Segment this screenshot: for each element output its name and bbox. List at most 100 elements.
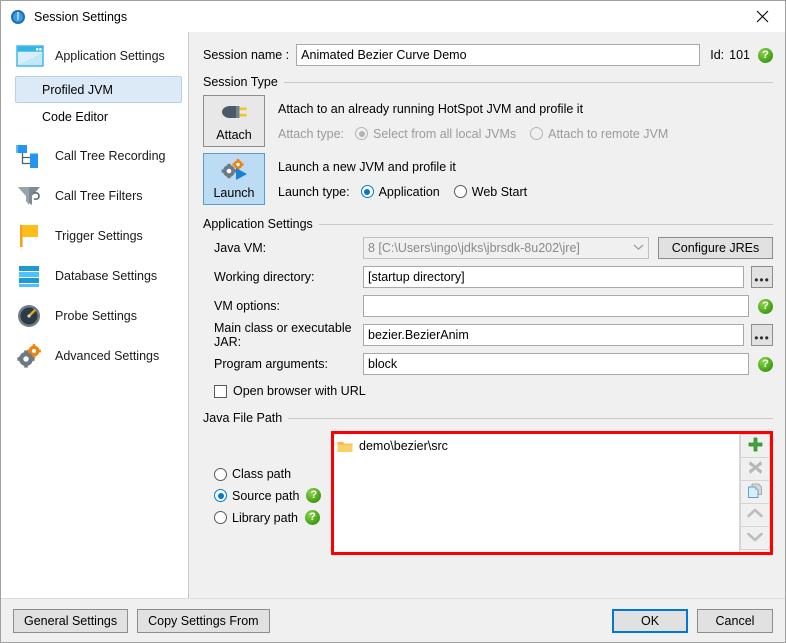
launch-type-label: Launch type: [278,184,350,199]
sidebar-item-profiled-jvm[interactable]: Profiled JVM [15,76,182,103]
title-bar: Session Settings [1,1,785,32]
settings-content-pane: Session name : Id: 101 ? Session Type [189,32,785,598]
attach-type-label: Attach type: [278,126,345,141]
radio-indicator [453,185,467,198]
sidebar-item-trigger-settings[interactable]: Trigger Settings [1,216,188,256]
main-class-browse-button[interactable]: ••• [751,324,773,346]
radio-indicator [530,127,544,140]
session-name-label: Session name : [203,48,290,62]
sidebar-item-label: Code Editor [42,109,109,124]
add-path-button[interactable] [740,434,770,458]
source-path-radio[interactable]: Source path ? [214,488,322,503]
x-icon [748,460,763,478]
path-type-radio-group: Class path Source path ? Library path ? [203,431,331,555]
ok-button[interactable]: OK [612,608,688,633]
tree-icon [15,141,45,171]
gear-play-icon [218,154,250,186]
group-divider [283,81,773,83]
sidebar-item-label: Call Tree Filters [55,189,143,203]
sidebar: Application Settings Profiled JVM Code E… [1,32,189,598]
list-item-label: demo\bezier\src [359,439,448,453]
open-browser-row: Open browser with URL [203,382,773,400]
source-path-help-icon[interactable]: ? [306,488,322,503]
main-class-input[interactable] [363,324,744,346]
working-directory-browse-button[interactable]: ••• [751,266,773,288]
configure-jres-button[interactable]: Configure JREs [658,237,773,259]
program-arguments-input[interactable] [363,353,749,375]
sidebar-item-label: Database Settings [55,269,158,283]
copy-path-button[interactable] [740,480,770,504]
folder-icon [337,440,353,453]
session-type-title: Session Type [203,75,278,89]
open-browser-checkbox[interactable]: Open browser with URL [203,384,366,398]
move-down-button[interactable] [740,526,770,550]
java-file-path-list[interactable]: demo\bezier\src [334,434,740,552]
info-circle-icon [10,9,26,25]
launch-session-block: Launch Launch a new JVM and profile it L… [203,153,773,205]
attach-remote-jvm-radio[interactable]: Attach to remote JVM [530,127,668,141]
session-name-row: Session name : Id: 101 ? [203,44,773,66]
session-name-input[interactable] [296,44,701,66]
chevron-down-icon [747,531,763,545]
java-vm-row: Java VM: 8 [C:\Users\ingo\jdks\jbrsdk-8u… [203,237,773,259]
launch-webstart-radio[interactable]: Web Start [453,185,527,199]
vm-options-input[interactable] [363,295,749,317]
java-vm-select[interactable]: 8 [C:\Users\ingo\jdks\jbrsdk-8u202\jre] [363,237,649,259]
vm-options-help-icon[interactable]: ? [758,298,773,314]
session-help-icon[interactable]: ? [758,47,773,63]
radio-indicator [214,467,227,481]
java-vm-value: 8 [C:\Users\ingo\jdks\jbrsdk-8u202\jre] [368,241,580,255]
application-settings-title: Application Settings [203,217,313,231]
copy-settings-from-button[interactable]: Copy Settings From [137,608,270,633]
remove-path-button[interactable] [740,457,770,481]
java-file-path-toolbar [740,434,770,552]
java-vm-label: Java VM: [214,241,267,255]
main-class-label: Main class or executable JAR: [214,321,352,349]
attach-mode-button[interactable]: Attach [203,95,265,147]
java-file-path-title: Java File Path [203,411,283,425]
group-divider [318,223,773,225]
radio-label: Select from all local JVMs [373,126,517,141]
radio-indicator [360,185,374,198]
program-arguments-help-icon[interactable]: ? [758,356,773,372]
attach-session-block: Attach Attach to an already running HotS… [203,95,773,147]
sidebar-item-call-tree-filters[interactable]: Call Tree Filters [1,176,188,216]
sidebar-item-label: Advanced Settings [55,349,160,363]
working-directory-label: Working directory: [214,270,315,284]
library-path-radio[interactable]: Library path ? [214,510,321,525]
close-window-button[interactable] [739,2,785,32]
footer-left-buttons: General Settings Copy Settings From [13,608,270,633]
sidebar-item-call-tree-recording[interactable]: Call Tree Recording [1,136,188,176]
working-directory-input[interactable] [363,266,744,288]
launch-mode-button[interactable]: Launch [203,153,265,205]
sidebar-item-application-settings[interactable]: Application Settings [1,36,188,76]
sidebar-item-probe-settings[interactable]: Probe Settings [1,296,188,336]
chevron-down-icon [633,243,644,253]
group-divider [288,417,773,419]
sidebar-item-label: Trigger Settings [55,229,143,243]
sidebar-item-advanced-settings[interactable]: Advanced Settings [1,336,188,376]
library-path-help-icon[interactable]: ? [305,510,321,525]
attach-description-block: Attach to an already running HotSpot JVM… [278,95,682,147]
radio-indicator [214,489,227,502]
plus-icon [748,437,763,455]
class-path-radio[interactable]: Class path [214,467,298,481]
plug-icon [219,96,249,128]
gears-icon [15,341,45,371]
launch-application-radio[interactable]: Application [360,185,440,199]
java-file-path-highlight: demo\bezier\src [331,431,773,555]
move-up-button[interactable] [740,503,770,527]
database-icon [15,261,45,291]
attach-local-jvm-radio[interactable]: Select from all local JVMs [355,127,516,141]
chevron-up-icon [747,508,763,522]
launch-button-label: Launch [213,186,255,200]
attach-description: Attach to an already running HotSpot JVM… [278,101,584,116]
launch-description-block: Launch a new JVM and profile it Launch t… [278,153,541,205]
vm-options-label: VM options: [214,299,281,313]
general-settings-button[interactable]: General Settings [13,608,129,633]
cancel-button[interactable]: Cancel [697,608,773,633]
list-item[interactable]: demo\bezier\src [337,437,739,455]
session-type-group-header: Session Type [203,75,773,89]
sidebar-item-database-settings[interactable]: Database Settings [1,256,188,296]
sidebar-item-code-editor[interactable]: Code Editor [15,103,182,130]
